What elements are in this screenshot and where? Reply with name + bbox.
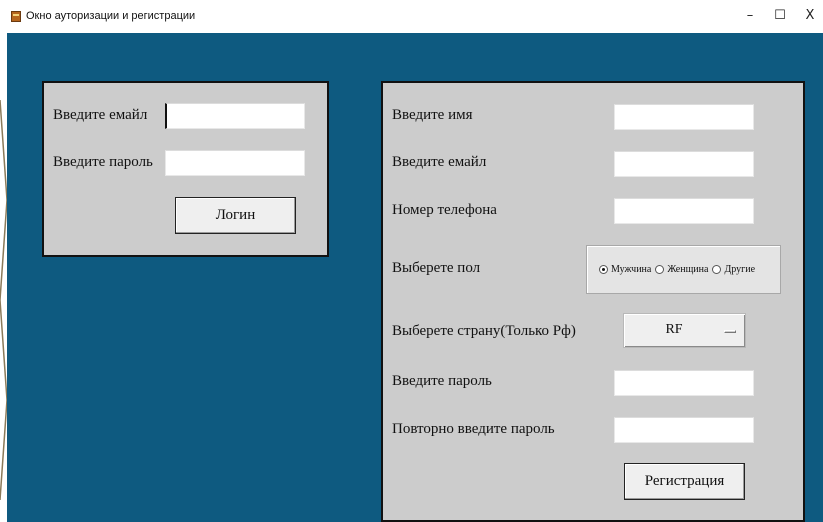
radio-unselected-icon[interactable] xyxy=(712,265,722,274)
login-password-input[interactable] xyxy=(165,150,305,176)
reg-password-label: Введите пароль xyxy=(392,373,492,389)
window-client-area: Введите емайл Введите пароль Логин Введи… xyxy=(7,33,823,522)
maximize-button[interactable]: ☐ xyxy=(765,5,795,27)
gender-option-label: Мужчина xyxy=(611,264,652,275)
close-button[interactable]: X xyxy=(795,5,823,27)
reg-country-label: Выберете страну(Только Рф) xyxy=(392,323,576,339)
radio-unselected-icon[interactable] xyxy=(655,265,665,274)
country-dropdown-value: RF xyxy=(665,322,683,337)
radio-selected-icon[interactable] xyxy=(599,265,608,274)
gender-radio-group: Мужчина Женщина Другие xyxy=(586,245,781,294)
registration-panel: Введите имя Введите емайл Номер телефона… xyxy=(381,81,805,522)
login-email-input[interactable] xyxy=(165,103,305,129)
reg-phone-input[interactable] xyxy=(614,198,754,224)
login-panel: Введите емайл Введите пароль Логин xyxy=(42,81,329,257)
gender-option-label: Женщина xyxy=(667,264,709,275)
reg-gender-label: Выберете пол xyxy=(392,260,481,276)
login-password-label: Введите пароль xyxy=(53,154,153,170)
register-button[interactable]: Регистрация xyxy=(624,463,745,500)
reg-name-input[interactable] xyxy=(614,104,754,130)
gender-option-male[interactable]: Мужчина xyxy=(599,264,651,275)
login-email-label: Введите емайл xyxy=(53,107,148,123)
login-button[interactable]: Логин xyxy=(175,197,296,234)
reg-email-label: Введите емайл xyxy=(392,154,487,170)
reg-email-input[interactable] xyxy=(614,151,754,177)
reg-password-input[interactable] xyxy=(614,370,754,396)
app-icon xyxy=(11,11,21,22)
window-title: Окно аутоpизации и регистрации xyxy=(26,10,196,22)
gender-option-label: Другие xyxy=(724,264,756,275)
reg-repeat-password-label: Повторно введите пароль xyxy=(392,421,555,437)
minimize-button[interactable]: – xyxy=(735,5,765,27)
country-dropdown[interactable]: RF xyxy=(623,313,746,348)
reg-name-label: Введите имя xyxy=(392,107,473,123)
gender-option-other[interactable]: Другие xyxy=(712,264,755,275)
gender-option-female[interactable]: Женщина xyxy=(655,264,708,275)
window-titlebar[interactable]: Окно аутоpизации и регистрации – ☐ X xyxy=(0,0,823,33)
reg-phone-label: Номер телефона xyxy=(392,202,497,218)
reg-repeat-password-input[interactable] xyxy=(614,417,754,443)
dropdown-indicator-icon xyxy=(724,330,736,333)
